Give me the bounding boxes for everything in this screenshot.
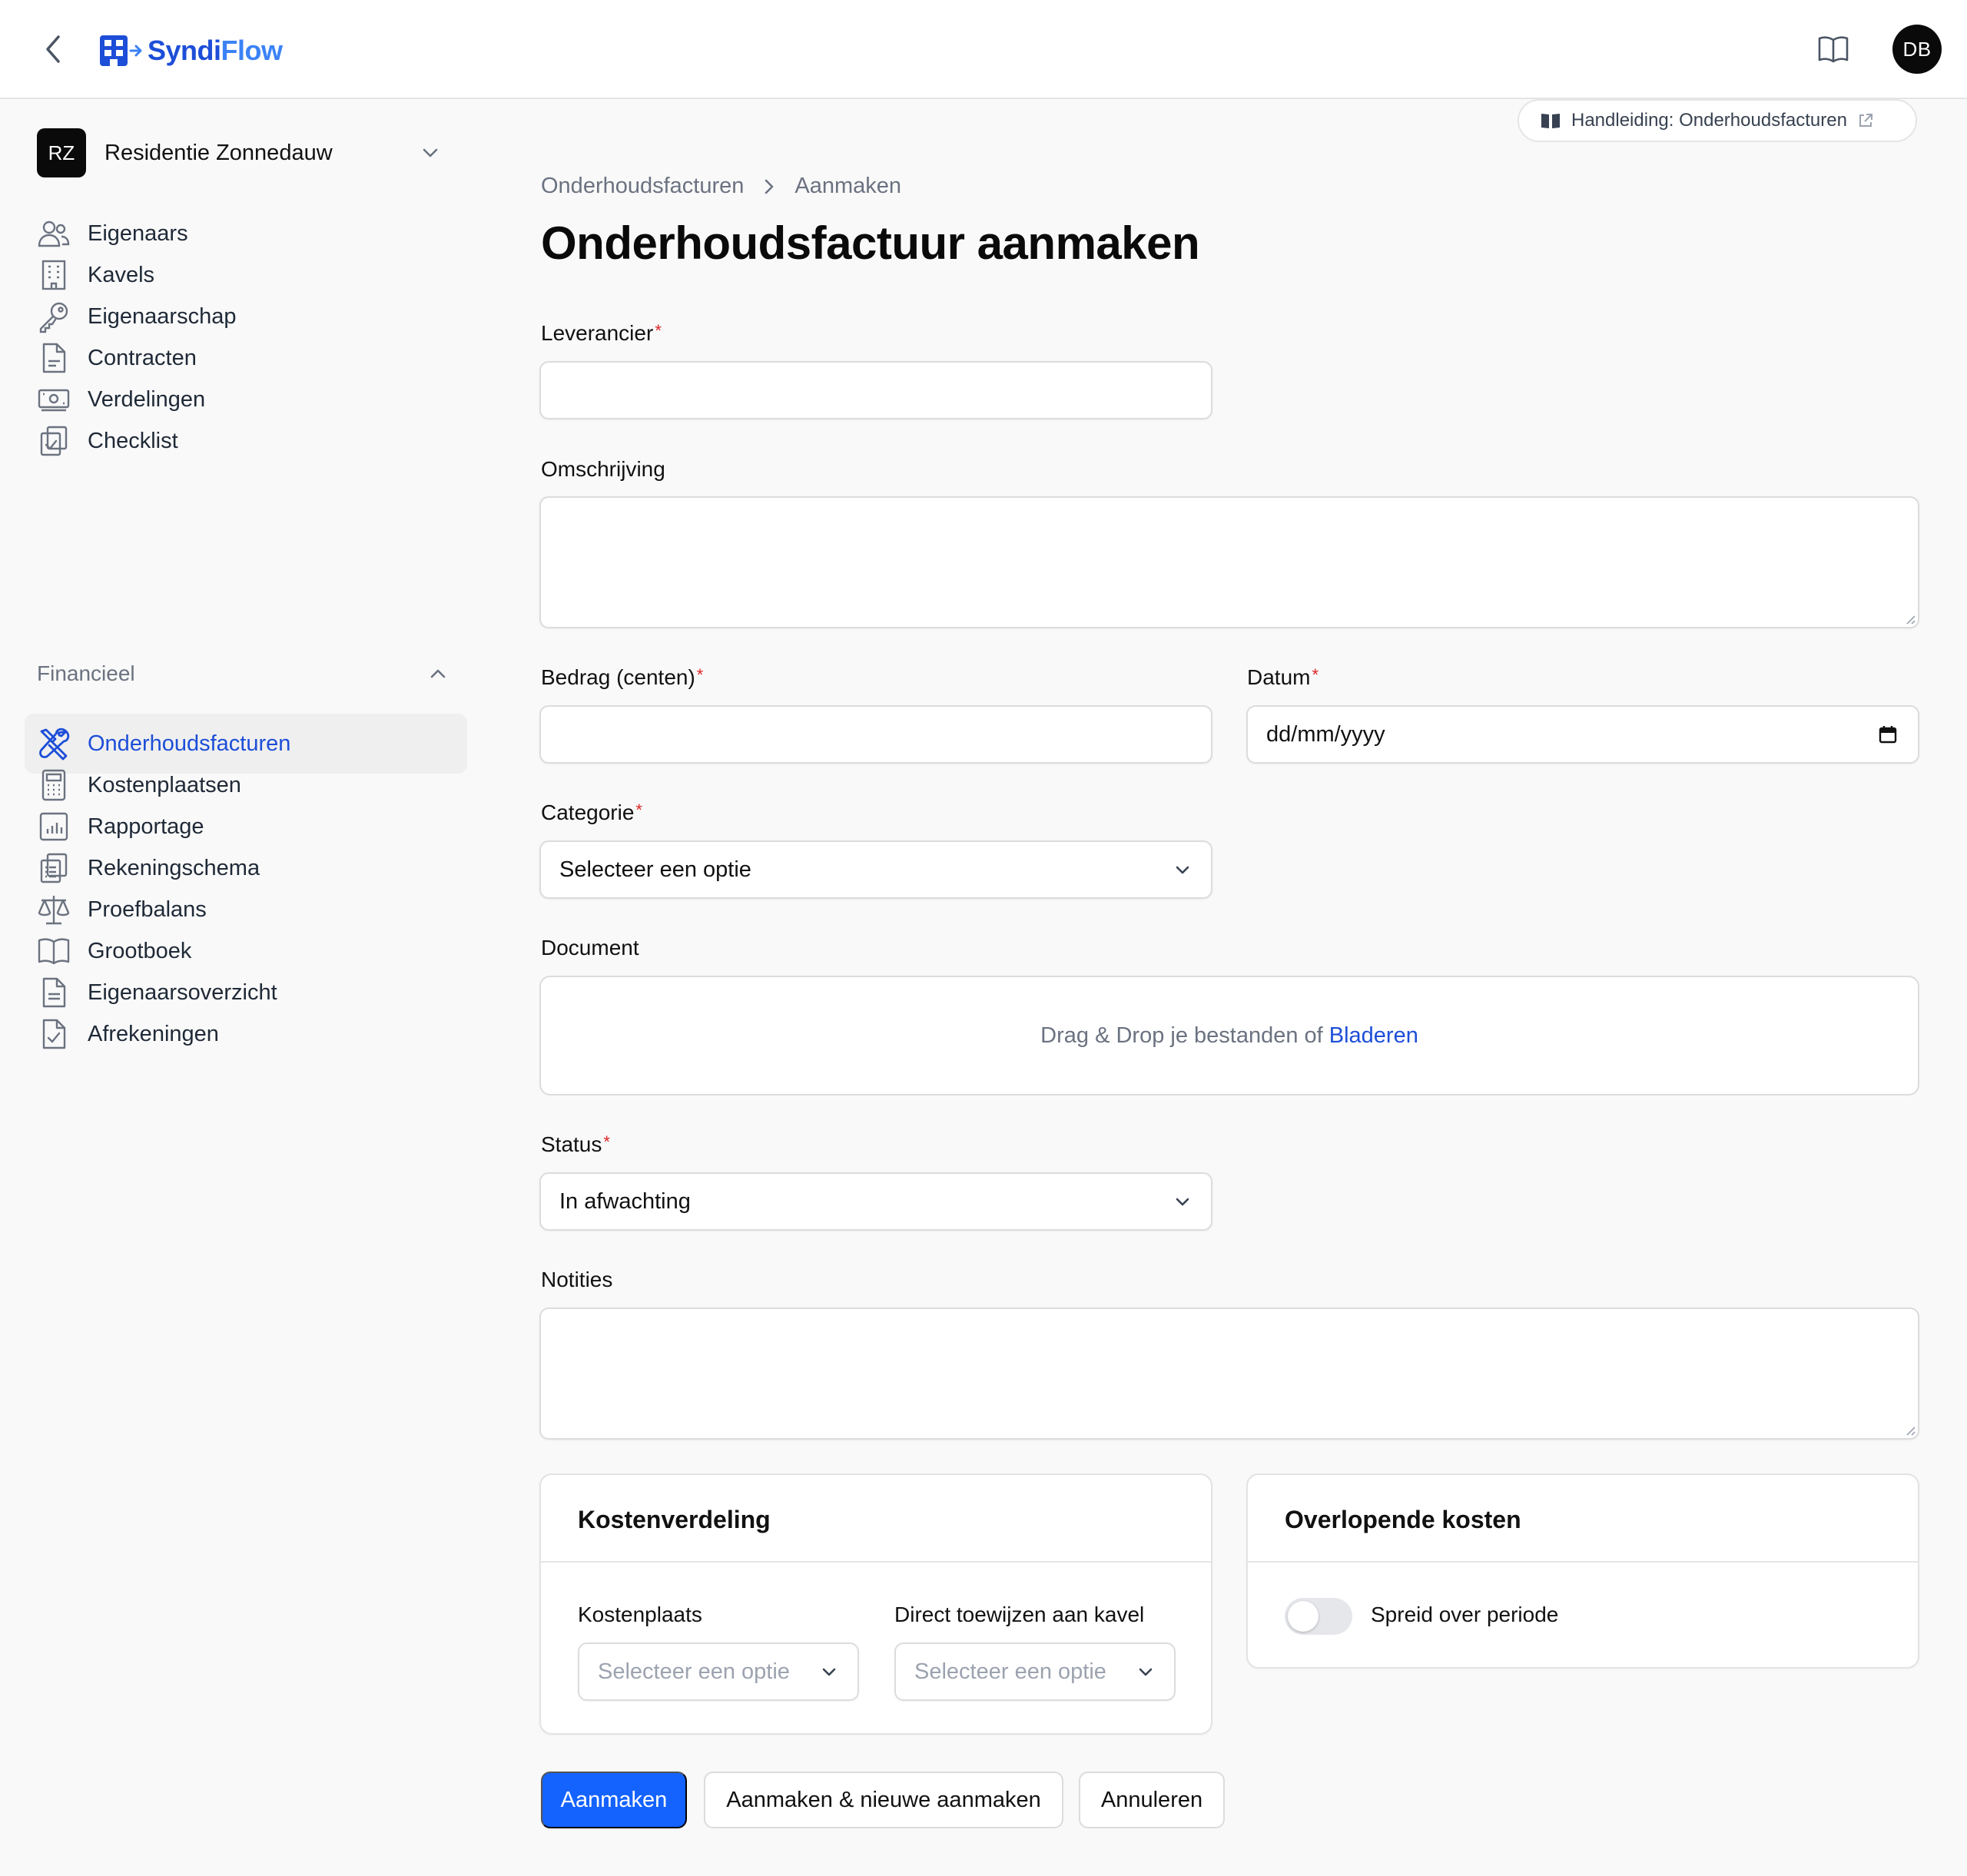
amount-label: Bedrag (centen)* (541, 665, 704, 689)
chevron-down-icon (1176, 866, 1189, 874)
sidebar-item-label: Checklist (88, 428, 178, 453)
calendar-icon[interactable] (1878, 724, 1898, 744)
book-icon (1541, 114, 1560, 128)
breadcrumb-current: Aanmaken (794, 174, 902, 198)
resize-grip-icon[interactable] (1904, 613, 1916, 625)
category-value: Selecteer een optie (559, 857, 751, 882)
cost-center-value: Selecteer een optie (598, 1659, 790, 1684)
dropzone-text: Drag & Drop je bestanden of (1040, 1023, 1323, 1048)
chevron-right-icon (765, 179, 774, 194)
card-divider (1248, 1561, 1918, 1563)
guide-link[interactable]: Handleiding: Onderhoudsfacturen (1518, 99, 1917, 142)
date-label: Datum* (1247, 665, 1319, 689)
create-and-new-button[interactable]: Aanmaken & nieuwe aanmaken (704, 1772, 1063, 1828)
browse-link[interactable]: Bladeren (1329, 1023, 1418, 1049)
supplier-label: Leverancier* (541, 321, 662, 345)
category-select[interactable]: Selecteer een optie (539, 840, 1212, 899)
sidebar-item-label: Afrekeningen (88, 1021, 219, 1046)
logo-building-icon (100, 35, 142, 66)
chevron-down-icon (423, 148, 438, 157)
category-label: Categorie* (541, 800, 642, 824)
notes-label: Notities (541, 1268, 613, 1291)
logo-text: SyndiFlow (148, 35, 283, 66)
accrued-costs-title: Overlopende kosten (1285, 1506, 1521, 1533)
tenant-name: Residentie Zonnedauw (104, 140, 333, 165)
status-select[interactable]: In afwachting (539, 1172, 1212, 1231)
sidebar-item-label: Verdelingen (88, 386, 206, 412)
document-check-icon (37, 1017, 71, 1051)
sidebar-item-label: Contracten (88, 345, 197, 370)
sidebar-group-financieel: Financieel (37, 661, 135, 685)
status-label: Status* (541, 1132, 610, 1156)
accrued-costs-card: Overlopende kosten Spreid over periode (1246, 1473, 1919, 1669)
cost-allocation-card: Kostenverdeling Kostenplaats Selecteer e… (539, 1473, 1212, 1735)
cost-center-label: Kostenplaats (578, 1603, 702, 1626)
date-input[interactable]: dd/mm/yyyy (1246, 705, 1919, 764)
sidebar-item-label: Grootboek (88, 938, 192, 963)
description-label: Omschrijving (541, 457, 665, 481)
document-label: Document (541, 936, 639, 960)
sidebar-item-label: Onderhoudsfacturen (88, 731, 291, 756)
chevron-left-icon (46, 35, 60, 63)
cost-center-select[interactable]: Selecteer een optie (578, 1642, 859, 1701)
card-divider (541, 1561, 1211, 1563)
guide-link-label: Handleiding: Onderhoudsfacturen (1571, 110, 1847, 131)
direct-assign-select[interactable]: Selecteer een optie (894, 1642, 1176, 1701)
supplier-input[interactable] (539, 361, 1212, 419)
document-dropzone[interactable]: Drag & Drop je bestanden of Bladeren (539, 976, 1919, 1095)
sidebar-item-afrekeningen[interactable]: Afrekeningen (25, 1004, 467, 1064)
user-avatar[interactable]: DB (1892, 25, 1942, 74)
chevron-down-icon (1139, 1668, 1153, 1676)
direct-assign-value: Selecteer een optie (914, 1659, 1106, 1684)
book-open-icon (1818, 36, 1849, 63)
sidebar-item-label: Kavels (88, 262, 155, 287)
cancel-button[interactable]: Annuleren (1079, 1772, 1225, 1828)
description-textarea[interactable] (539, 496, 1919, 628)
status-value: In afwachting (559, 1188, 691, 1214)
sidebar-item-label: Eigenaars (88, 220, 188, 246)
breadcrumb: Onderhoudsfacturen Aanmaken (541, 174, 901, 199)
sidebar-item-label: Kostenplaatsen (88, 772, 241, 797)
documentation-button[interactable] (1816, 34, 1850, 65)
sidebar-item-label: Rapportage (88, 814, 204, 839)
tenant-badge: RZ (37, 128, 86, 177)
date-placeholder: dd/mm/yyyy (1266, 721, 1385, 747)
sidebar: RZ Residentie Zonnedauw Eigenaars Kavels… (0, 101, 476, 1876)
chevron-down-icon (1176, 1198, 1189, 1206)
sidebar-item-label: Proefbalans (88, 897, 207, 922)
chevron-down-icon (822, 1668, 836, 1676)
notes-textarea[interactable] (539, 1308, 1919, 1440)
clipboard-check-icon (37, 424, 71, 458)
sidebar-item-label: Eigenaarschap (88, 303, 237, 329)
notes-field-wrapper (539, 1308, 1919, 1440)
tenant-switcher[interactable]: RZ Residentie Zonnedauw (37, 128, 452, 177)
amount-input[interactable] (539, 705, 1212, 764)
spread-period-toggle[interactable] (1285, 1598, 1352, 1635)
page-title: Onderhoudsfactuur aanmaken (541, 217, 1200, 269)
toggle-knob (1288, 1601, 1319, 1632)
sidebar-item-label: Rekeningschema (88, 855, 260, 880)
spread-period-label: Spreid over periode (1371, 1603, 1559, 1626)
create-button[interactable]: Aanmaken (541, 1772, 687, 1828)
app-logo[interactable]: SyndiFlow (98, 32, 283, 69)
sidebar-item-checklist[interactable]: Checklist (25, 411, 467, 471)
top-bar: SyndiFlow DB (0, 0, 1967, 99)
direct-assign-label: Direct toewijzen aan kavel (894, 1603, 1145, 1626)
sidebar-item-label: Eigenaarsoverzicht (88, 979, 277, 1005)
resize-grip-icon[interactable] (1904, 1424, 1916, 1437)
back-button[interactable] (38, 32, 69, 66)
description-field-wrapper (539, 496, 1919, 628)
cost-allocation-title: Kostenverdeling (578, 1506, 771, 1533)
breadcrumb-parent[interactable]: Onderhoudsfacturen (541, 174, 744, 199)
chevron-up-icon[interactable] (429, 665, 447, 683)
external-link-icon (1859, 114, 1872, 127)
